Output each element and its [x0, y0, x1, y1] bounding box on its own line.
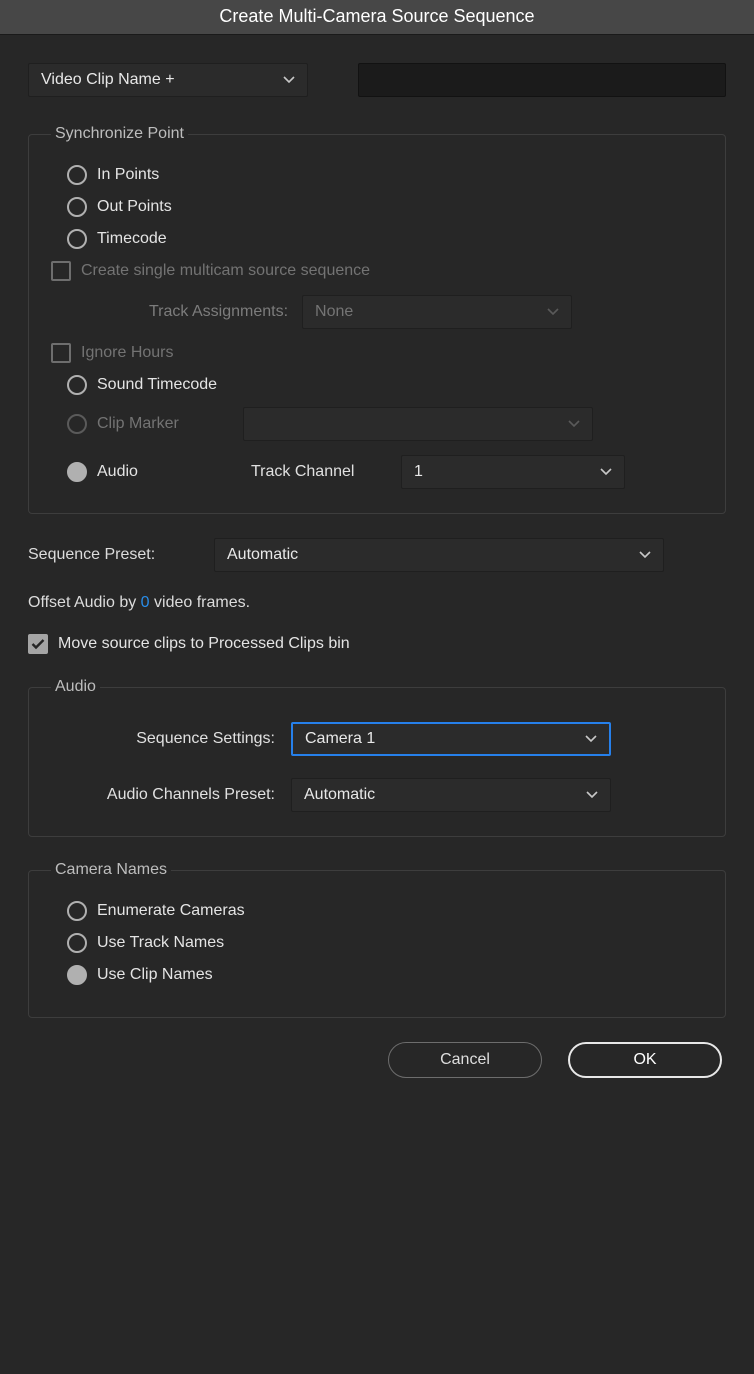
track-assignments-dropdown: None [302, 295, 572, 329]
name-mode-dropdown[interactable]: Video Clip Name + [28, 63, 308, 97]
label-sequence-settings: Sequence Settings: [51, 730, 291, 748]
clip-marker-dropdown [243, 407, 593, 441]
radio-enumerate-cameras[interactable] [67, 901, 87, 921]
chevron-down-icon [568, 420, 580, 428]
offset-value[interactable]: 0 [141, 594, 150, 611]
chevron-down-icon [600, 468, 612, 476]
offset-suffix: video frames. [150, 594, 250, 611]
name-mode-value: Video Clip Name + [41, 71, 175, 89]
label-sound-timecode: Sound Timecode [97, 376, 217, 394]
track-channel-dropdown[interactable]: 1 [401, 455, 625, 489]
sequence-settings-value: Camera 1 [305, 730, 375, 748]
label-enumerate-cameras: Enumerate Cameras [97, 902, 245, 920]
camera-names-legend: Camera Names [51, 861, 171, 879]
label-use-clip-names: Use Clip Names [97, 966, 213, 984]
chevron-down-icon [547, 308, 559, 316]
sequence-preset-dropdown[interactable]: Automatic [214, 538, 664, 572]
synchronize-point-group: Synchronize Point In Points Out Points T… [28, 125, 726, 514]
offset-audio-row: Offset Audio by 0 video frames. [28, 594, 726, 612]
label-use-track-names: Use Track Names [97, 934, 224, 952]
sequence-preset-value: Automatic [227, 546, 298, 564]
label-sequence-preset: Sequence Preset: [28, 546, 198, 564]
label-track-channel: Track Channel [251, 463, 401, 481]
radio-use-track-names[interactable] [67, 933, 87, 953]
audio-group: Audio Sequence Settings: Camera 1 Audio … [28, 678, 726, 837]
chevron-down-icon [639, 551, 651, 559]
ok-button[interactable]: OK [568, 1042, 722, 1078]
sequence-settings-dropdown[interactable]: Camera 1 [291, 722, 611, 756]
label-in-points: In Points [97, 166, 159, 184]
radio-use-clip-names[interactable] [67, 965, 87, 985]
channels-preset-dropdown[interactable]: Automatic [291, 778, 611, 812]
label-audio: Audio [97, 463, 215, 481]
chevron-down-icon [585, 735, 597, 743]
chevron-down-icon [283, 76, 295, 84]
label-create-single: Create single multicam source sequence [81, 262, 370, 280]
dialog-content: Video Clip Name + Synchronize Point In P… [0, 35, 754, 1098]
radio-clip-marker [67, 414, 87, 434]
radio-audio[interactable] [67, 462, 87, 482]
checkbox-ignore-hours [51, 343, 71, 363]
camera-names-group: Camera Names Enumerate Cameras Use Track… [28, 861, 726, 1018]
radio-in-points[interactable] [67, 165, 87, 185]
synchronize-point-legend: Synchronize Point [51, 125, 188, 143]
chevron-down-icon [586, 791, 598, 799]
radio-timecode[interactable] [67, 229, 87, 249]
label-move-clips: Move source clips to Processed Clips bin [58, 635, 350, 653]
radio-sound-timecode[interactable] [67, 375, 87, 395]
channels-preset-value: Automatic [304, 786, 375, 804]
track-channel-value: 1 [414, 463, 423, 481]
label-channels-preset: Audio Channels Preset: [51, 786, 291, 804]
track-assignments-value: None [315, 303, 353, 321]
cancel-button[interactable]: Cancel [388, 1042, 542, 1078]
offset-prefix: Offset Audio by [28, 594, 141, 611]
dialog-title: Create Multi-Camera Source Sequence [0, 0, 754, 35]
name-suffix-input[interactable] [358, 63, 726, 97]
radio-out-points[interactable] [67, 197, 87, 217]
checkbox-create-single [51, 261, 71, 281]
label-out-points: Out Points [97, 198, 172, 216]
checkbox-move-clips[interactable] [28, 634, 48, 654]
label-ignore-hours: Ignore Hours [81, 344, 174, 362]
label-track-assignments: Track Assignments: [149, 303, 288, 321]
label-timecode: Timecode [97, 230, 167, 248]
label-clip-marker: Clip Marker [97, 415, 207, 433]
audio-legend: Audio [51, 678, 100, 696]
